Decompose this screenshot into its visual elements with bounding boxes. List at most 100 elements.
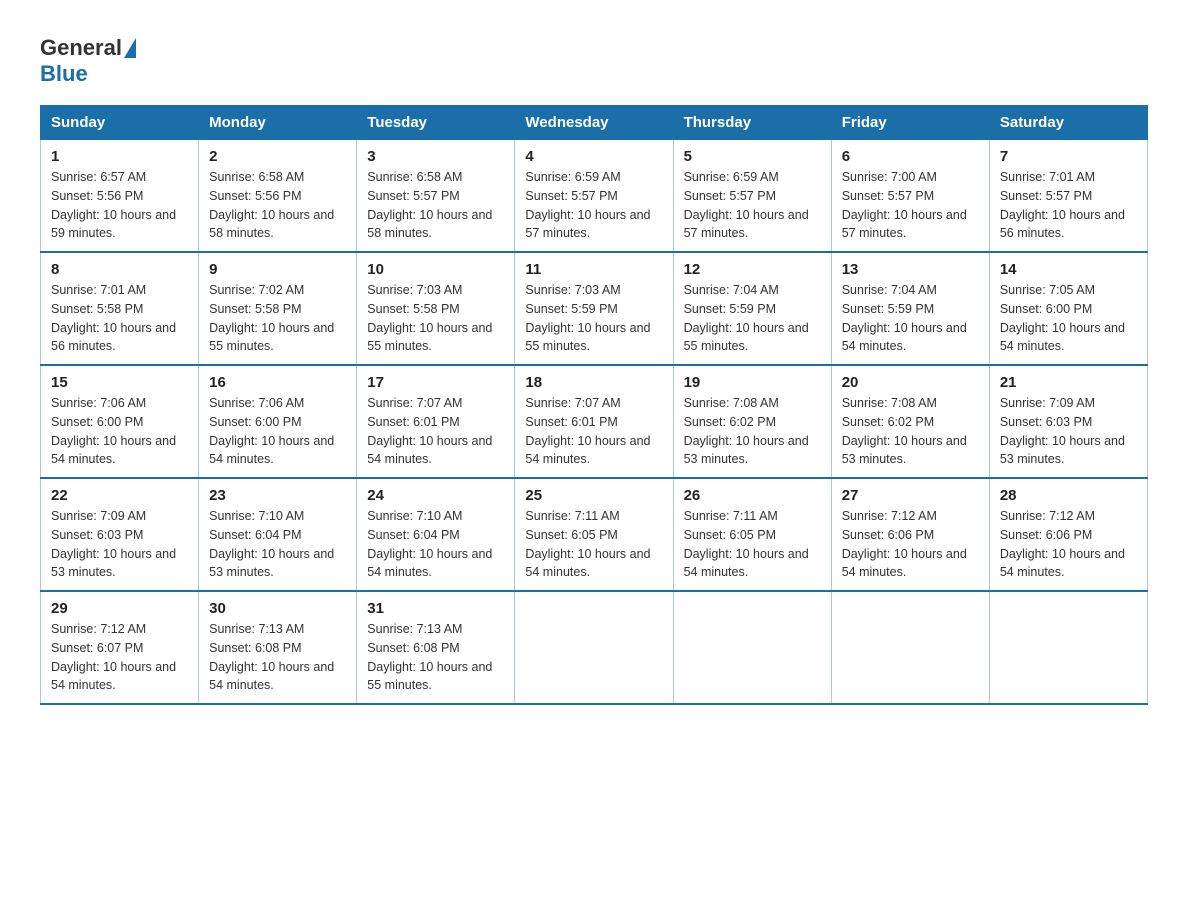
calendar-week-row: 8Sunrise: 7:01 AMSunset: 5:58 PMDaylight… [41,252,1148,365]
day-info: Sunrise: 7:03 AMSunset: 5:58 PMDaylight:… [367,281,504,356]
day-info: Sunrise: 7:12 AMSunset: 6:06 PMDaylight:… [1000,507,1137,582]
day-number: 29 [51,600,188,617]
day-info: Sunrise: 7:09 AMSunset: 6:03 PMDaylight:… [1000,394,1137,469]
calendar-cell: 15Sunrise: 7:06 AMSunset: 6:00 PMDayligh… [41,365,199,478]
day-number: 9 [209,261,346,278]
day-info: Sunrise: 7:02 AMSunset: 5:58 PMDaylight:… [209,281,346,356]
day-info: Sunrise: 6:59 AMSunset: 5:57 PMDaylight:… [525,168,662,243]
calendar-cell: 24 Sunrise: 7:10 AMSunset: 6:04 PMDayligh… [357,478,515,591]
day-info: Sunrise: 7:07 AMSunset: 6:01 PMDaylight:… [367,394,504,469]
day-number: 21 [1000,374,1137,391]
day-number: 31 [367,600,504,617]
day-number: 30 [209,600,346,617]
day-number: 18 [525,374,662,391]
calendar-cell: 14Sunrise: 7:05 AMSunset: 6:00 PMDayligh… [989,252,1147,365]
calendar-cell: 2 Sunrise: 6:58 AMSunset: 5:56 PMDaylight… [199,140,357,253]
column-header-saturday: Saturday [989,106,1147,140]
column-header-sunday: Sunday [41,106,199,140]
calendar-cell: 6 Sunrise: 7:00 AMSunset: 5:57 PMDaylight… [831,140,989,253]
calendar-cell: 30 Sunrise: 7:13 AMSunset: 6:08 PMDayligh… [199,591,357,704]
calendar-cell: 8Sunrise: 7:01 AMSunset: 5:58 PMDaylight… [41,252,199,365]
day-number: 11 [525,261,662,278]
calendar-cell: 21 Sunrise: 7:09 AMSunset: 6:03 PMDayligh… [989,365,1147,478]
calendar-cell: 5 Sunrise: 6:59 AMSunset: 5:57 PMDaylight… [673,140,831,253]
day-number: 6 [842,148,979,165]
calendar-week-row: 1Sunrise: 6:57 AMSunset: 5:56 PMDaylight… [41,140,1148,253]
day-info: Sunrise: 6:58 AMSunset: 5:57 PMDaylight:… [367,168,504,243]
calendar-cell: 29 Sunrise: 7:12 AMSunset: 6:07 PMDayligh… [41,591,199,704]
calendar-cell: 4 Sunrise: 6:59 AMSunset: 5:57 PMDaylight… [515,140,673,253]
day-number: 5 [684,148,821,165]
day-number: 25 [525,487,662,504]
calendar-cell: 7 Sunrise: 7:01 AMSunset: 5:57 PMDaylight… [989,140,1147,253]
day-number: 12 [684,261,821,278]
day-number: 24 [367,487,504,504]
day-info: Sunrise: 7:11 AMSunset: 6:05 PMDaylight:… [684,507,821,582]
calendar-cell: 3 Sunrise: 6:58 AMSunset: 5:57 PMDaylight… [357,140,515,253]
logo: General Blue [40,35,138,87]
logo-triangle-icon [124,38,136,58]
calendar-cell: 23Sunrise: 7:10 AMSunset: 6:04 PMDayligh… [199,478,357,591]
calendar-cell: 26Sunrise: 7:11 AMSunset: 6:05 PMDayligh… [673,478,831,591]
calendar-cell: 20Sunrise: 7:08 AMSunset: 6:02 PMDayligh… [831,365,989,478]
day-info: Sunrise: 7:10 AMSunset: 6:04 PMDaylight:… [209,507,346,582]
logo-blue-text: Blue [40,61,88,87]
calendar-cell: 28 Sunrise: 7:12 AMSunset: 6:06 PMDayligh… [989,478,1147,591]
calendar-cell: 9 Sunrise: 7:02 AMSunset: 5:58 PMDaylight… [199,252,357,365]
calendar-week-row: 22Sunrise: 7:09 AMSunset: 6:03 PMDayligh… [41,478,1148,591]
day-info: Sunrise: 6:58 AMSunset: 5:56 PMDaylight:… [209,168,346,243]
day-number: 2 [209,148,346,165]
calendar-cell [673,591,831,704]
calendar-cell: 31Sunrise: 7:13 AMSunset: 6:08 PMDayligh… [357,591,515,704]
day-info: Sunrise: 7:05 AMSunset: 6:00 PMDaylight:… [1000,281,1137,356]
day-info: Sunrise: 7:12 AMSunset: 6:06 PMDaylight:… [842,507,979,582]
day-number: 17 [367,374,504,391]
calendar-week-row: 29 Sunrise: 7:12 AMSunset: 6:07 PMDayligh… [41,591,1148,704]
day-number: 10 [367,261,504,278]
day-info: Sunrise: 7:08 AMSunset: 6:02 PMDaylight:… [842,394,979,469]
day-number: 19 [684,374,821,391]
day-info: Sunrise: 7:04 AMSunset: 5:59 PMDaylight:… [684,281,821,356]
calendar-cell: 27 Sunrise: 7:12 AMSunset: 6:06 PMDayligh… [831,478,989,591]
day-info: Sunrise: 7:04 AMSunset: 5:59 PMDaylight:… [842,281,979,356]
calendar-cell: 13 Sunrise: 7:04 AMSunset: 5:59 PMDayligh… [831,252,989,365]
day-number: 16 [209,374,346,391]
day-number: 13 [842,261,979,278]
column-header-wednesday: Wednesday [515,106,673,140]
day-number: 1 [51,148,188,165]
day-info: Sunrise: 7:07 AMSunset: 6:01 PMDaylight:… [525,394,662,469]
calendar-cell: 12 Sunrise: 7:04 AMSunset: 5:59 PMDayligh… [673,252,831,365]
calendar-cell: 17 Sunrise: 7:07 AMSunset: 6:01 PMDayligh… [357,365,515,478]
calendar-cell: 16 Sunrise: 7:06 AMSunset: 6:00 PMDayligh… [199,365,357,478]
day-number: 4 [525,148,662,165]
day-number: 7 [1000,148,1137,165]
calendar-table: SundayMondayTuesdayWednesdayThursdayFrid… [40,105,1148,705]
day-number: 28 [1000,487,1137,504]
calendar-cell: 1Sunrise: 6:57 AMSunset: 5:56 PMDaylight… [41,140,199,253]
day-number: 8 [51,261,188,278]
day-number: 22 [51,487,188,504]
column-header-thursday: Thursday [673,106,831,140]
day-info: Sunrise: 7:13 AMSunset: 6:08 PMDaylight:… [209,620,346,695]
calendar-cell [831,591,989,704]
day-info: Sunrise: 7:01 AMSunset: 5:57 PMDaylight:… [1000,168,1137,243]
calendar-cell [989,591,1147,704]
calendar-cell: 19 Sunrise: 7:08 AMSunset: 6:02 PMDayligh… [673,365,831,478]
calendar-cell: 25 Sunrise: 7:11 AMSunset: 6:05 PMDayligh… [515,478,673,591]
day-number: 3 [367,148,504,165]
day-info: Sunrise: 7:11 AMSunset: 6:05 PMDaylight:… [525,507,662,582]
calendar-cell: 10 Sunrise: 7:03 AMSunset: 5:58 PMDayligh… [357,252,515,365]
day-info: Sunrise: 7:06 AMSunset: 6:00 PMDaylight:… [209,394,346,469]
calendar-cell: 22Sunrise: 7:09 AMSunset: 6:03 PMDayligh… [41,478,199,591]
day-number: 15 [51,374,188,391]
day-info: Sunrise: 6:59 AMSunset: 5:57 PMDaylight:… [684,168,821,243]
day-info: Sunrise: 7:12 AMSunset: 6:07 PMDaylight:… [51,620,188,695]
calendar-cell: 11 Sunrise: 7:03 AMSunset: 5:59 PMDayligh… [515,252,673,365]
day-info: Sunrise: 7:10 AMSunset: 6:04 PMDaylight:… [367,507,504,582]
header: General Blue [40,30,1148,87]
day-info: Sunrise: 7:08 AMSunset: 6:02 PMDaylight:… [684,394,821,469]
day-number: 27 [842,487,979,504]
column-header-monday: Monday [199,106,357,140]
day-info: Sunrise: 7:03 AMSunset: 5:59 PMDaylight:… [525,281,662,356]
day-info: Sunrise: 7:00 AMSunset: 5:57 PMDaylight:… [842,168,979,243]
